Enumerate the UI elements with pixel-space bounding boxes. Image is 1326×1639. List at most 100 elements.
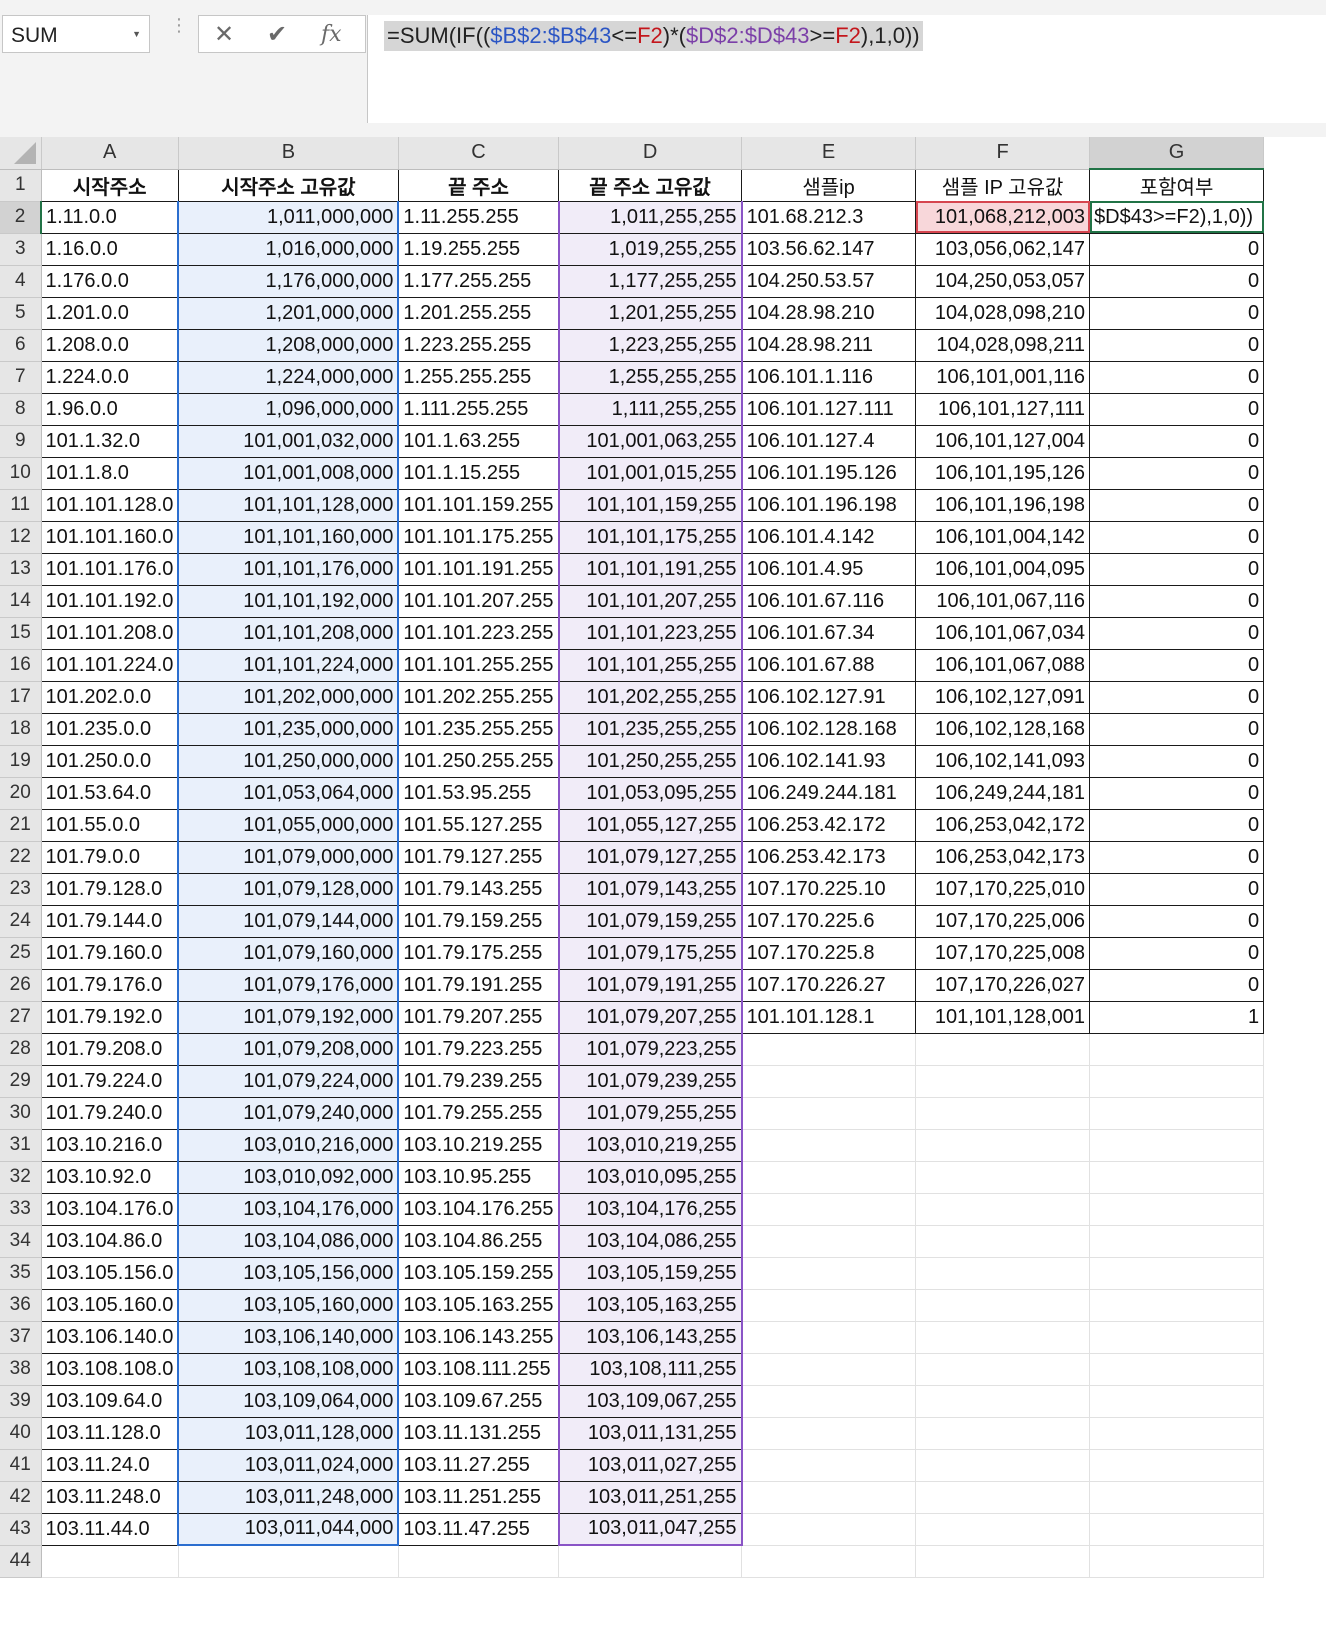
cell-start-address[interactable]: 103.11.44.0 (41, 1513, 179, 1546)
cell-sample-unique[interactable]: 106,253,042,173 (915, 841, 1091, 874)
cell-sample-unique[interactable]: 106,101,004,142 (915, 521, 1091, 554)
cell-sample-unique[interactable]: 107,170,225,010 (915, 873, 1091, 906)
cell-sample-ip[interactable] (741, 1257, 917, 1290)
cell-included[interactable]: 1 (1089, 1001, 1265, 1034)
row-header[interactable]: 37 (0, 1321, 42, 1354)
row-header[interactable]: 22 (0, 841, 42, 874)
cell-start-address[interactable]: 103.105.156.0 (41, 1257, 179, 1290)
cell-start-unique[interactable]: 1,176,000,000 (177, 265, 400, 298)
cell-included[interactable]: 0 (1089, 521, 1265, 554)
cell-start-unique[interactable]: 103,011,044,000 (177, 1513, 400, 1546)
row-header[interactable]: 11 (0, 489, 42, 522)
cell-end-unique[interactable]: 103,105,159,255 (557, 1257, 743, 1290)
cell-sample-unique[interactable] (915, 1097, 1091, 1130)
cell-included[interactable]: 0 (1089, 809, 1265, 842)
row-header[interactable]: 15 (0, 617, 42, 650)
cell-included[interactable] (1089, 1385, 1265, 1418)
cell-included[interactable] (1089, 1097, 1265, 1130)
cell-sample-unique[interactable] (915, 1193, 1091, 1226)
cell-included[interactable]: 0 (1089, 937, 1265, 970)
column-header-d[interactable]: D (558, 137, 743, 170)
row-header[interactable]: 27 (0, 1001, 42, 1034)
cell-start-unique[interactable]: 103,105,156,000 (177, 1257, 400, 1290)
cell-sample-ip[interactable]: 107.170.226.27 (741, 969, 917, 1002)
cell-end-unique[interactable]: 101,101,255,255 (557, 649, 743, 682)
cell-end-address[interactable]: 101.79.207.255 (398, 1001, 560, 1034)
cell-included[interactable] (1089, 1257, 1265, 1290)
cell-included[interactable] (1089, 1545, 1265, 1578)
cell-end-unique[interactable]: 101,101,191,255 (557, 553, 743, 586)
cell-start-address[interactable]: 101.79.144.0 (41, 905, 179, 938)
cell-end-address[interactable]: 1.11.255.255 (398, 201, 560, 234)
cell-sample-unique[interactable]: 106,102,141,093 (915, 745, 1091, 778)
cell-start-address[interactable]: 101.55.0.0 (41, 809, 179, 842)
cell-start-address[interactable]: 101.79.208.0 (41, 1033, 179, 1066)
cell-end-address[interactable]: 101.79.223.255 (398, 1033, 560, 1066)
cell-included[interactable]: 0 (1089, 777, 1265, 810)
cell-start-unique[interactable]: 101,101,224,000 (177, 649, 400, 682)
row-header[interactable]: 7 (0, 361, 42, 394)
cell-sample-unique[interactable]: 106,102,127,091 (915, 681, 1091, 714)
cell-start-unique[interactable]: 101,055,000,000 (177, 809, 400, 842)
cell-end-address[interactable]: 101.101.255.255 (398, 649, 560, 682)
cell-end-address[interactable]: 101.250.255.255 (398, 745, 560, 778)
cell-start-unique[interactable]: 101,101,192,000 (177, 585, 400, 618)
row-header[interactable]: 9 (0, 425, 42, 458)
cell-included[interactable]: 0 (1089, 457, 1265, 490)
cell-start-address[interactable] (41, 1545, 179, 1578)
cell-end-address[interactable]: 1.177.255.255 (398, 265, 560, 298)
cell-start-address[interactable]: 101.1.8.0 (41, 457, 179, 490)
cell-start-address[interactable]: 101.79.240.0 (41, 1097, 179, 1130)
row-header[interactable]: 14 (0, 585, 42, 618)
cell-start-address[interactable]: 1.96.0.0 (41, 393, 179, 426)
cell-sample-unique[interactable]: 106,101,067,088 (915, 649, 1091, 682)
row-header[interactable]: 18 (0, 713, 42, 746)
row-header[interactable]: 13 (0, 553, 42, 586)
cell-header-sample-ip[interactable]: 샘플ip (741, 169, 917, 202)
cell-sample-ip[interactable] (741, 1193, 917, 1226)
cell-end-unique[interactable]: 1,177,255,255 (557, 265, 743, 298)
cell-sample-unique[interactable] (915, 1417, 1091, 1450)
cell-sample-ip[interactable] (741, 1129, 917, 1162)
cell-start-address[interactable]: 101.79.224.0 (41, 1065, 179, 1098)
cell-start-unique[interactable]: 101,101,176,000 (177, 553, 400, 586)
cell-start-address[interactable]: 101.79.160.0 (41, 937, 179, 970)
cell-included[interactable] (1089, 1289, 1265, 1322)
cell-header-end-address[interactable]: 끝 주소 (398, 169, 560, 202)
cell-included[interactable] (1089, 1065, 1265, 1098)
cell-end-unique[interactable]: 101,079,175,255 (557, 937, 743, 970)
cell-end-unique[interactable]: 1,111,255,255 (557, 393, 743, 426)
cell-sample-unique[interactable] (915, 1033, 1091, 1066)
cell-end-unique[interactable]: 103,108,111,255 (557, 1353, 743, 1386)
row-header[interactable]: 24 (0, 905, 42, 938)
cell-end-unique[interactable]: 101,079,143,255 (557, 873, 743, 906)
cell-sample-unique[interactable] (915, 1129, 1091, 1162)
cell-start-unique[interactable]: 101,079,128,000 (177, 873, 400, 906)
cell-sample-ip[interactable]: 106.101.196.198 (741, 489, 917, 522)
row-header[interactable]: 39 (0, 1385, 42, 1418)
cell-end-address[interactable]: 101.101.159.255 (398, 489, 560, 522)
row-header[interactable]: 38 (0, 1353, 42, 1386)
insert-function-icon[interactable]: fx (321, 22, 342, 47)
cell-start-unique[interactable]: 103,011,128,000 (177, 1417, 400, 1450)
cell-sample-ip[interactable]: 106.101.195.126 (741, 457, 917, 490)
cell-end-unique[interactable] (558, 1545, 743, 1578)
cell-sample-ip[interactable] (741, 1225, 917, 1258)
cell-start-unique[interactable]: 101,079,000,000 (177, 841, 400, 874)
column-header-a[interactable]: A (41, 137, 179, 170)
row-header[interactable]: 1 (0, 169, 42, 202)
cell-included[interactable]: 0 (1089, 745, 1265, 778)
cell-start-unique[interactable]: 1,208,000,000 (177, 329, 400, 362)
cell-sample-ip[interactable]: 104.250.53.57 (741, 265, 917, 298)
row-header[interactable]: 10 (0, 457, 42, 490)
column-header-c[interactable]: C (398, 137, 560, 170)
cell-end-address[interactable]: 101.79.239.255 (398, 1065, 560, 1098)
cell-sample-ip[interactable] (741, 1033, 917, 1066)
cell-sample-unique[interactable]: 103,056,062,147 (915, 233, 1091, 266)
cell-start-address[interactable]: 103.104.176.0 (41, 1193, 179, 1226)
row-header[interactable]: 3 (0, 233, 42, 266)
cell-end-unique[interactable]: 101,101,223,255 (557, 617, 743, 650)
cell-sample-ip[interactable]: 107.170.225.10 (741, 873, 917, 906)
cell-start-address[interactable]: 101.101.176.0 (41, 553, 179, 586)
row-header[interactable]: 26 (0, 969, 42, 1002)
